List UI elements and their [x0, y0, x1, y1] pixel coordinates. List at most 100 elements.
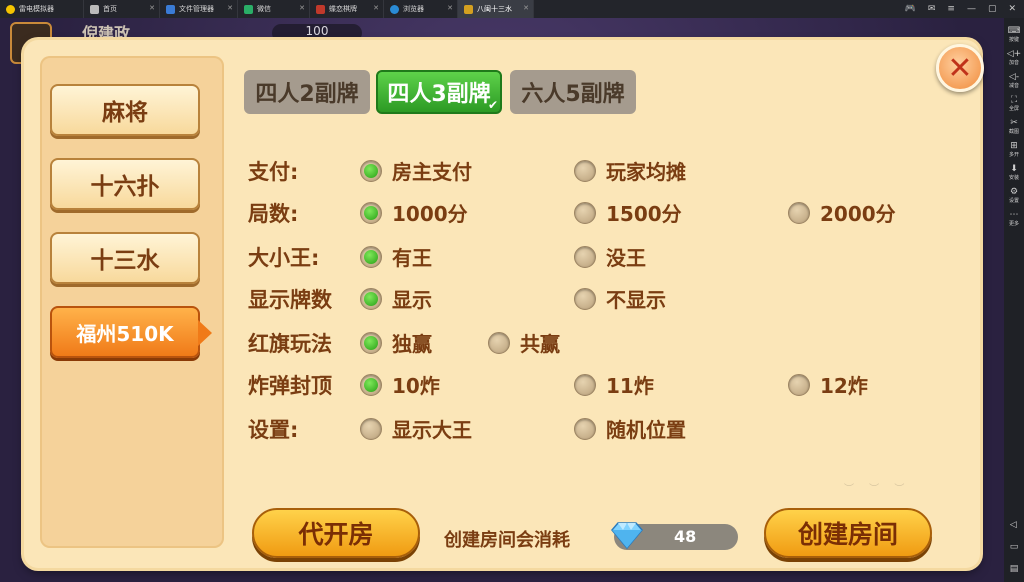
- decorative-birds: ︶ ︶ ︶: [844, 484, 911, 495]
- tab-browser[interactable]: 浏览器 ✕: [384, 0, 458, 18]
- mail-icon[interactable]: ✉: [928, 4, 936, 14]
- close-icon[interactable]: ✕: [149, 4, 155, 12]
- close-icon[interactable]: ✕: [936, 44, 984, 92]
- settings-icon: ⚙: [1009, 187, 1019, 197]
- back-icon[interactable]: ◁: [1010, 520, 1019, 530]
- game-icon: [464, 4, 473, 14]
- cost-label: 创建房间会消耗: [444, 530, 570, 551]
- maximize-icon[interactable]: ▢: [988, 4, 997, 14]
- sidebar-multi-open[interactable]: ⊞ 多开: [1009, 141, 1019, 158]
- more-icon: ⋯: [1009, 210, 1019, 220]
- sidebar-screenshot[interactable]: ✂ 截图: [1009, 118, 1019, 135]
- radio-unselected: [574, 287, 596, 310]
- minimize-icon[interactable]: —: [967, 4, 976, 14]
- sidebar-keyboard[interactable]: ⌨ 按键: [1008, 26, 1021, 43]
- tab-four-player-2-decks[interactable]: 四人2副牌: [244, 70, 370, 114]
- radio-unselected: [574, 159, 596, 182]
- close-icon[interactable]: ✕: [523, 4, 529, 12]
- radio-selected: [360, 159, 382, 182]
- menu-item-shisanshui[interactable]: 十三水: [50, 232, 200, 284]
- close-icon[interactable]: ✕: [299, 4, 305, 12]
- option-with-jokers[interactable]: 有王: [360, 242, 432, 271]
- game-area: 倪建政 100 麻将 十六扑 十三水 福州510K 四人2副牌 四人3副牌 ✔ …: [0, 18, 1004, 582]
- radio-selected: [360, 201, 382, 224]
- option-12-bombs[interactable]: 12炸: [788, 370, 868, 399]
- diamond-icon: [611, 522, 643, 550]
- tab-dielian[interactable]: 蝶恋棋牌 ✕: [310, 0, 384, 18]
- option-shared-win[interactable]: 共赢: [488, 328, 560, 357]
- keyboard-icon: ⌨: [1007, 26, 1021, 36]
- volume-down-icon: ◁-: [1008, 72, 1020, 82]
- sidebar-nav: ◁ ▭ ▤: [1010, 520, 1019, 574]
- emulator-logo-icon: [6, 4, 15, 14]
- radio-unselected: [574, 245, 596, 268]
- sidebar-volume-down[interactable]: ◁- 减音: [1009, 72, 1019, 89]
- option-1500[interactable]: 1500分: [574, 198, 682, 227]
- recent-apps-icon[interactable]: ▤: [1010, 564, 1019, 574]
- tab-bamin-13[interactable]: 八闽十三水 ✕: [458, 0, 534, 18]
- fullscreen-icon: ⛶: [1010, 95, 1018, 105]
- option-owner-pay[interactable]: 房主支付: [360, 156, 472, 185]
- create-room-panel: 麻将 十六扑 十三水 福州510K 四人2副牌 四人3副牌 ✔ 六人5副牌 支付…: [24, 40, 980, 568]
- option-11-bombs[interactable]: 11炸: [574, 370, 654, 399]
- close-icon[interactable]: ✕: [373, 4, 379, 12]
- sidebar-more[interactable]: ⋯ 更多: [1009, 210, 1019, 227]
- radio-unselected: [574, 417, 596, 440]
- folder-icon: [166, 4, 175, 14]
- radio-unselected: [574, 373, 596, 396]
- rounds-label: 局数:: [248, 202, 299, 226]
- settings-label: 设置:: [248, 418, 299, 442]
- tab-wechat[interactable]: 微信 ✕: [238, 0, 310, 18]
- option-no-jokers[interactable]: 没王: [574, 242, 646, 271]
- game-icon: [316, 4, 325, 14]
- radio-unselected: [788, 201, 810, 224]
- option-show-big-joker[interactable]: 显示大王: [360, 414, 472, 443]
- close-icon[interactable]: ✕: [447, 4, 453, 12]
- close-icon[interactable]: ✕: [227, 4, 233, 12]
- home-icon: [90, 4, 99, 14]
- option-2000[interactable]: 2000分: [788, 198, 896, 227]
- game-type-menu: 麻将 十六扑 十三水 福州510K: [40, 56, 224, 548]
- emulator-sidebar: ⌨ 按键 ◁+ 加音 ◁- 减音 ⛶ 全屏 ✂ 截图 ⊞ 多开 ⬇ 安装 ⚙ 设置 ⋯ 更多 ◁ …: [1004, 18, 1024, 582]
- wechat-icon: [244, 4, 253, 14]
- menu-item-fuzhou-510k[interactable]: 福州510K: [50, 306, 212, 358]
- sidebar-settings[interactable]: ⚙ 设置: [1009, 187, 1019, 204]
- install-icon: ⬇: [1010, 164, 1018, 174]
- tab-emulator[interactable]: 雷电模拟器: [0, 0, 84, 18]
- tab-home[interactable]: 首页 ✕: [84, 0, 160, 18]
- volume-up-icon: ◁+: [1006, 49, 1022, 59]
- menu-icon[interactable]: ≡: [947, 4, 955, 14]
- multi-open-icon: ⊞: [1010, 141, 1018, 151]
- show-card-count-label: 显示牌数: [248, 288, 332, 312]
- create-room-button[interactable]: 创建房间: [764, 508, 932, 558]
- bomb-cap-label: 炸弹封顶: [248, 374, 332, 398]
- sidebar-install[interactable]: ⬇ 安装: [1009, 164, 1019, 181]
- sidebar-volume-up[interactable]: ◁+ 加音: [1007, 49, 1021, 66]
- close-window-icon[interactable]: ✕: [1008, 4, 1016, 14]
- option-show[interactable]: 显示: [360, 284, 432, 313]
- red-flag-label: 红旗玩法: [248, 332, 332, 356]
- home-nav-icon[interactable]: ▭: [1010, 542, 1019, 552]
- menu-item-shiliupu[interactable]: 十六扑: [50, 158, 200, 210]
- radio-unselected: [788, 373, 810, 396]
- tab-four-player-3-decks[interactable]: 四人3副牌 ✔: [376, 70, 502, 114]
- option-hide[interactable]: 不显示: [574, 284, 666, 313]
- radio-selected: [360, 245, 382, 268]
- radio-selected: [360, 373, 382, 396]
- tab-file-manager[interactable]: 文件管理器 ✕: [160, 0, 238, 18]
- option-10-bombs[interactable]: 10炸: [360, 370, 440, 399]
- proxy-open-room-button[interactable]: 代开房: [252, 508, 420, 558]
- radio-selected: [360, 331, 382, 354]
- cost-value: 48: [674, 527, 697, 546]
- tab-six-player-5-decks[interactable]: 六人5副牌: [510, 70, 636, 114]
- option-solo-win[interactable]: 独赢: [360, 328, 432, 357]
- sidebar-fullscreen[interactable]: ⛶ 全屏: [1009, 95, 1019, 112]
- screenshot-icon: ✂: [1010, 118, 1018, 128]
- payment-label: 支付:: [248, 160, 299, 184]
- option-1000[interactable]: 1000分: [360, 198, 468, 227]
- option-random-seat[interactable]: 随机位置: [574, 414, 686, 443]
- menu-item-mahjong[interactable]: 麻将: [50, 84, 200, 136]
- option-split-pay[interactable]: 玩家均摊: [574, 156, 686, 185]
- gamepad-icon[interactable]: 🎮: [905, 4, 916, 14]
- radio-unselected: [360, 417, 382, 440]
